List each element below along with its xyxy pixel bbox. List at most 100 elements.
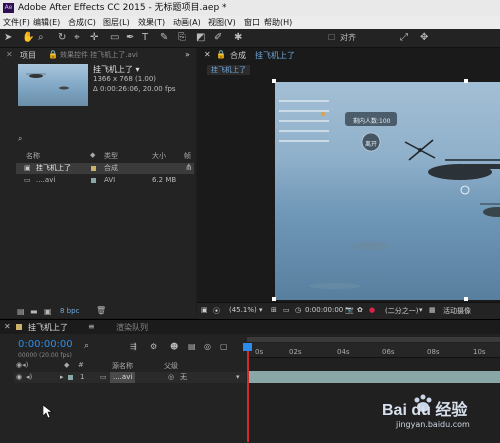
show-snapshot-icon[interactable]: ✿ [357, 306, 363, 314]
menu-view[interactable]: 视图(V) [208, 16, 236, 29]
graph-editor-icon[interactable]: ▢ [220, 342, 228, 351]
project-row-comp[interactable]: ▣ 挂飞机上了 合成 [16, 163, 194, 174]
move-icon[interactable]: ✥ [420, 32, 428, 44]
transform-handle[interactable] [272, 79, 276, 83]
draft-3d-icon[interactable]: ⚙ [150, 342, 157, 351]
column-source-name[interactable]: 源名称 [112, 361, 133, 371]
new-folder-icon[interactable]: ▬ [30, 307, 38, 316]
zoom-dropdown[interactable]: (45.1%) [229, 306, 257, 314]
snapshot-icon[interactable]: 📷 [345, 306, 354, 314]
tab-menu-icon[interactable]: ≡ [88, 322, 95, 331]
rectangle-tool-icon[interactable]: ▭ [110, 32, 119, 44]
work-area-bar[interactable] [247, 337, 500, 342]
comp-tab-label[interactable]: 合成 [230, 50, 246, 61]
project-item-name[interactable]: 挂飞机上了 ▾ [93, 64, 140, 75]
ruler-mark: 08s [427, 348, 440, 356]
composition-canvas[interactable]: 剩内人数:100 离开 [275, 82, 500, 300]
resolution-dropdown[interactable]: (二分之一) [385, 306, 418, 316]
parent-pickwhip-icon[interactable]: ◎ [168, 372, 174, 383]
snap-checkbox[interactable]: ☐ [328, 32, 335, 44]
transparency-grid-icon[interactable]: ▦ [429, 306, 436, 314]
project-item-size: 1366 x 768 (1.00) [93, 75, 157, 83]
column-parent[interactable]: 父级 [164, 361, 178, 371]
project-search[interactable]: ⌕ [18, 134, 188, 144]
pan-behind-tool-icon[interactable]: ✛ [90, 32, 98, 44]
playhead-handle[interactable] [243, 343, 252, 351]
transform-handle[interactable] [464, 297, 468, 301]
panel-menu-icon[interactable]: ✕ [6, 50, 13, 59]
tab-effect-controls[interactable]: 效果控件 挂飞机上了.avi [60, 50, 138, 60]
flowchart-icon[interactable]: ⋔ [185, 163, 193, 173]
close-tab-icon[interactable]: ✕ [4, 322, 11, 331]
comp-mini-flowchart-icon[interactable]: ⇶ [130, 342, 137, 351]
new-comp-icon[interactable]: ▣ [44, 307, 52, 316]
comp-breadcrumb[interactable]: 挂飞机上了 [207, 65, 250, 75]
row-name: 挂飞机上了 [36, 164, 71, 172]
column-name[interactable]: 名称 [26, 151, 40, 161]
eraser-tool-icon[interactable]: ◩ [196, 32, 205, 44]
expand-layer-icon[interactable]: ▸ [60, 372, 64, 383]
layer-duration-bar[interactable] [247, 371, 500, 383]
time-ruler[interactable]: 0s 02s 04s 06s 08s 10s [247, 343, 500, 358]
menu-layer[interactable]: 图层(L) [103, 16, 130, 29]
close-tab-icon[interactable]: ✕ [204, 50, 211, 59]
region-icon[interactable]: ▭ [283, 306, 290, 314]
clone-tool-icon[interactable]: ⎘ [178, 32, 186, 44]
current-time-indicator[interactable] [247, 343, 249, 442]
menu-animation[interactable]: 动画(A) [173, 16, 201, 29]
timeline-tab-comp[interactable]: 挂飞机上了 [28, 322, 68, 333]
hand-tool-icon[interactable]: ✋ [22, 32, 34, 44]
column-type[interactable]: 类型 [104, 151, 118, 161]
preview-icon[interactable]: ▣ [201, 306, 208, 314]
label-column-icon[interactable]: ◆ [90, 151, 95, 159]
menu-composition[interactable]: 合成(C) [68, 16, 96, 29]
menu-edit[interactable]: 编辑(E) [33, 16, 60, 29]
visibility-eye-icon[interactable]: ◉ [16, 372, 22, 383]
audio-icon[interactable]: ◂) [26, 372, 32, 383]
mask-icon[interactable]: ⦿ [213, 306, 220, 316]
comp-timecode[interactable]: 0:00:00:00 [305, 306, 343, 314]
camera-dropdown[interactable]: 活动摄像 [443, 306, 471, 316]
text-tool-icon[interactable]: T [142, 32, 148, 44]
transform-handle[interactable] [464, 79, 468, 83]
comp-tab-name[interactable]: 挂飞机上了 [255, 50, 295, 61]
roto-brush-icon[interactable]: ✐ [214, 32, 222, 44]
menu-help[interactable]: 帮助(H) [264, 16, 292, 29]
menu-effect[interactable]: 效果(T) [138, 16, 165, 29]
selection-tool-icon[interactable]: ➤ [4, 32, 12, 44]
parent-dropdown[interactable]: 无 [180, 372, 187, 383]
pen-tool-icon[interactable]: ✒ [126, 32, 134, 44]
menu-window[interactable]: 窗口 [244, 16, 260, 29]
layer-row[interactable]: ◉ ◂) ▸ 1 ▭ ....avi ◎ 无 ▾ [14, 372, 246, 383]
project-row-footage[interactable]: ▭ ....avi AVI 6.2 MB [16, 175, 194, 186]
tab-project[interactable]: 项目 [20, 50, 36, 61]
frame-blend-icon[interactable]: ▤ [188, 342, 196, 351]
bpc-button[interactable]: 8 bpc [60, 307, 79, 315]
channel-icon[interactable]: ● [369, 306, 375, 314]
lock-icon[interactable]: 🔒 [48, 50, 58, 59]
rotate-tool-icon[interactable]: ↻ [58, 32, 66, 44]
brush-tool-icon[interactable]: ✎ [160, 32, 168, 44]
column-rate[interactable]: 帧 [184, 151, 191, 161]
transform-handle[interactable] [272, 297, 276, 301]
shy-icon[interactable]: ☻ [170, 342, 178, 351]
label-swatch [91, 166, 96, 171]
comp-icon: ▣ [24, 164, 31, 172]
motion-blur-icon[interactable]: ◎ [204, 342, 211, 351]
trash-icon[interactable]: 🗑 [96, 306, 106, 315]
dropdown-icon: ▾ [259, 306, 263, 314]
tab-render-queue[interactable]: 渲染队列 [116, 322, 148, 333]
timeline-current-time[interactable]: 0:00:00:00 [18, 339, 73, 350]
menu-file[interactable]: 文件(F) [3, 16, 30, 29]
search-icon[interactable]: ⌕ [84, 341, 89, 351]
lock-icon[interactable]: 🔒 [216, 50, 226, 59]
puppet-tool-icon[interactable]: ✱ [234, 32, 242, 44]
layer-name[interactable]: ....avi [110, 372, 136, 383]
interpret-footage-icon[interactable]: ▤ [17, 307, 25, 316]
grid-icon[interactable]: ⊞ [271, 306, 277, 314]
camera-tool-icon[interactable]: ⌖ [74, 32, 80, 44]
expand-icon[interactable]: ⤢ [400, 32, 408, 44]
zoom-tool-icon[interactable]: ⌕ [38, 32, 44, 44]
panel-overflow-icon[interactable]: » [185, 50, 190, 59]
column-size[interactable]: 大小 [152, 151, 166, 161]
